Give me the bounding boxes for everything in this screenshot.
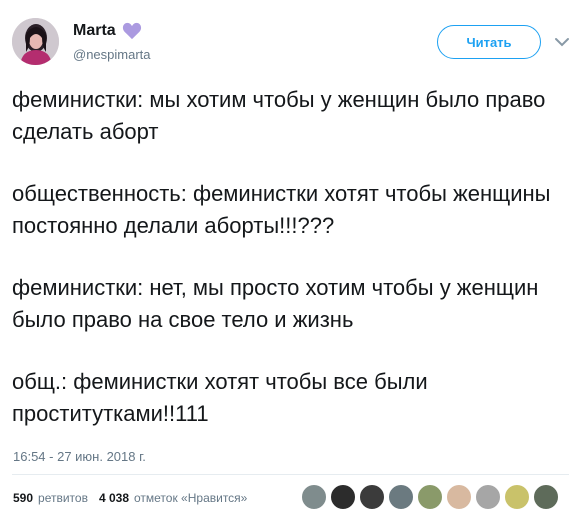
tweet-paragraph: феминистки: мы хотим чтобы у женщин было… — [12, 87, 546, 144]
purple-heart-icon — [122, 22, 141, 40]
likes-count[interactable]: 4 038 — [99, 491, 129, 505]
liker-avatar[interactable] — [301, 484, 327, 510]
liker-avatar[interactable] — [475, 484, 501, 510]
follow-button[interactable]: Читать — [437, 25, 541, 59]
liker-avatar[interactable] — [388, 484, 414, 510]
tweet-paragraph: общ.: феминистки хотят чтобы все были пр… — [12, 369, 428, 426]
tweet-text: феминистки: мы хотим чтобы у женщин было… — [12, 84, 572, 430]
display-name-row: Marta — [73, 22, 142, 40]
liker-avatar[interactable] — [446, 484, 472, 510]
tweet-timestamp[interactable]: 16:54 - 27 июн. 2018 г. — [13, 449, 146, 464]
chevron-down-icon[interactable] — [553, 33, 571, 51]
liker-avatar[interactable] — [533, 484, 559, 510]
likes-label[interactable]: отметок «Нравится» — [134, 491, 247, 505]
liker-avatar[interactable] — [417, 484, 443, 510]
liker-avatar[interactable] — [504, 484, 530, 510]
avatar[interactable] — [12, 18, 59, 65]
liker-avatar[interactable] — [359, 484, 385, 510]
divider — [12, 474, 569, 475]
profile-photo-icon — [12, 18, 59, 65]
user-handle[interactable]: @nespimarta — [73, 47, 151, 62]
liker-avatar[interactable] — [330, 484, 356, 510]
retweets-label[interactable]: ретвитов — [38, 491, 88, 505]
tweet-stats: 590 ретвитов 4 038 отметок «Нравится» — [13, 491, 247, 505]
display-name[interactable]: Marta — [73, 22, 116, 40]
liker-avatars — [301, 484, 562, 510]
tweet-paragraph: общественность: феминистки хотят чтобы ж… — [12, 181, 551, 238]
tweet-paragraph: феминистки: нет, мы просто хотим чтобы у… — [12, 275, 539, 332]
retweets-count[interactable]: 590 — [13, 491, 33, 505]
